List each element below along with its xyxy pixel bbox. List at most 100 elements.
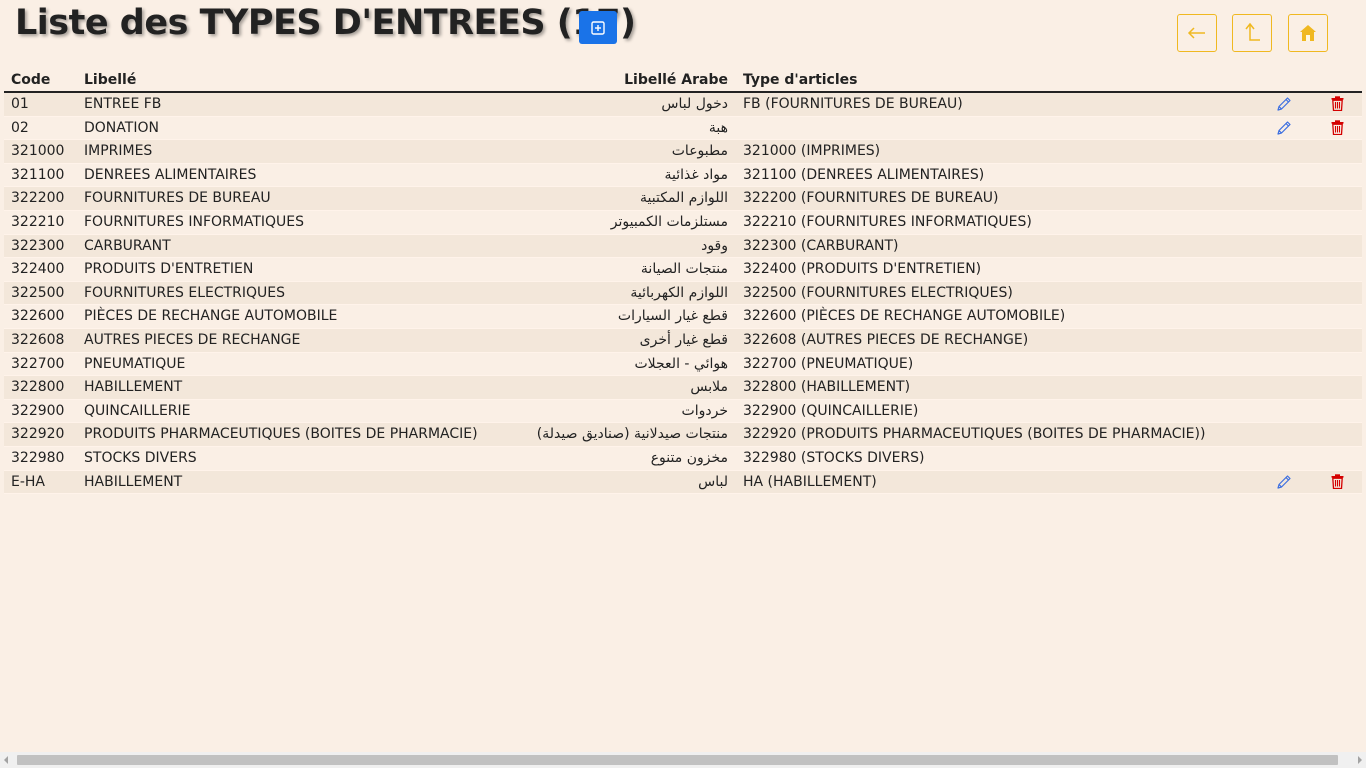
row-code: E-HA (11, 473, 46, 490)
row-libelle-arabe: مواد غذائية (664, 166, 729, 183)
header-code[interactable]: Code (11, 70, 50, 90)
row-type-articles: HA (HABILLEMENT) (743, 473, 877, 490)
row-type-articles: 322600 (PIÈCES DE RECHANGE AUTOMOBILE) (743, 308, 1066, 325)
delete-icon[interactable] (1331, 473, 1345, 490)
row-libelle: ENTREE FB (84, 96, 162, 112)
table-row[interactable]: 322980 STOCKS DIVERS مخزون متنوع 322980 (ST… (4, 447, 1362, 471)
row-type-articles: 322500 (FOURNITURES ELECTRIQUES) (743, 284, 1013, 301)
table-row[interactable]: 322210 FOURNITURES INFORMATIQUES مستلزمات … (4, 211, 1362, 235)
table-row[interactable]: E-HA HABILLEMENT لباس HA (HABILLEMENT) (4, 470, 1362, 495)
edit-icon[interactable] (1276, 120, 1294, 136)
row-libelle-arabe: مخزون متنوع (650, 449, 728, 466)
row-type-articles: 322800 (HABILLEMENT) (743, 379, 911, 396)
row-code: 02 (11, 119, 29, 136)
row-type-articles: 322200 (FOURNITURES DE BUREAU) (743, 190, 999, 207)
row-libelle: PRODUITS PHARMACEUTIQUES (BOITES DE PHAR… (84, 426, 478, 443)
table-row[interactable]: 322800 HABILLEMENT ملابس 322800 (HABILLEMEN… (4, 376, 1362, 400)
table-row[interactable]: 321000 IMPRIMES مطبوعات 321000 (IMPRIMES) (4, 140, 1362, 164)
table-row[interactable]: 322200 FOURNITURES DE BUREAU اللوازم المكت… (4, 187, 1362, 211)
table-header: Code Libellé Libellé Arabe Type d'articl… (4, 70, 1362, 93)
delete-icon[interactable] (1331, 119, 1345, 136)
row-libelle: HABILLEMENT (84, 379, 183, 396)
row-code: 322210 (11, 213, 65, 230)
table-row[interactable]: 322400 PRODUITS D'ENTRETIEN منتجات الصيانة… (4, 258, 1362, 282)
scroll-left-icon[interactable] (4, 756, 8, 764)
row-type-articles: 322400 (PRODUITS D'ENTRETIEN) (743, 261, 982, 278)
row-libelle: HABILLEMENT (84, 473, 183, 490)
row-libelle: DENREES ALIMENTAIRES (84, 166, 257, 183)
row-libelle: AUTRES PIECES DE RECHANGE (84, 331, 301, 348)
row-type-articles: 321000 (IMPRIMES) (743, 143, 881, 160)
row-libelle: PRODUITS D'ENTRETIEN (84, 261, 254, 278)
table-row[interactable]: 322300 CARBURANT وقود 322300 (CARBURANT) (4, 234, 1362, 259)
arrow-left-icon (1187, 27, 1205, 39)
row-code: 322200 (11, 190, 65, 207)
row-type-articles: 322300 (CARBURANT) (743, 237, 899, 254)
header-libelle[interactable]: Libellé (84, 70, 136, 90)
row-code: 322980 (11, 449, 65, 466)
table-row[interactable]: 322900 QUINCAILLERIE خردوات 322900 (QUINCAI… (4, 400, 1362, 424)
scrollbar-thumb[interactable] (17, 755, 1338, 765)
row-libelle: DONATION (84, 119, 159, 136)
plus-square-icon (591, 20, 605, 35)
row-libelle-arabe: هبة (708, 119, 728, 136)
row-libelle: FOURNITURES DE BUREAU (84, 190, 271, 207)
row-libelle-arabe: اللوازم الكهربائية (630, 284, 728, 301)
row-code: 322700 (11, 355, 65, 372)
row-code: 322900 (11, 402, 65, 419)
table-row[interactable]: 321100 DENREES ALIMENTAIRES مواد غذائية 321… (4, 164, 1362, 188)
row-code: 322920 (11, 426, 65, 443)
types-table: Code Libellé Libellé Arabe Type d'articl… (4, 70, 1362, 495)
row-libelle: FOURNITURES INFORMATIQUES (84, 213, 305, 230)
up-button[interactable] (1232, 14, 1272, 52)
row-libelle-arabe: ملابس (690, 379, 728, 396)
row-libelle: QUINCAILLERIE (84, 402, 191, 419)
row-type-articles: 322210 (FOURNITURES INFORMATIQUES) (743, 213, 1032, 230)
row-libelle-arabe: منتجات صيدلانية (صناديق صيدلة) (536, 426, 728, 443)
table-row[interactable]: 322500 FOURNITURES ELECTRIQUES اللوازم الك… (4, 281, 1362, 306)
row-libelle-arabe: وقود (701, 237, 728, 254)
row-type-articles: 322700 (PNEUMATIQUE) (743, 355, 914, 372)
scroll-right-icon[interactable] (1358, 756, 1362, 764)
table-row[interactable]: 322700 PNEUMATIQUE هوائي - العجلات 322700 (… (4, 353, 1362, 377)
edit-icon[interactable] (1276, 474, 1294, 490)
back-button[interactable] (1177, 14, 1217, 52)
row-libelle-arabe: لباس (698, 473, 728, 490)
table-row[interactable]: 322600 PIÈCES DE RECHANGE AUTOMOBILE قطع غ… (4, 305, 1362, 329)
row-code: 322600 (11, 308, 65, 325)
row-code: 322500 (11, 284, 65, 301)
home-icon (1300, 25, 1316, 41)
table-row[interactable]: 322608 AUTRES PIECES DE RECHANGE قطع غيار … (4, 328, 1362, 353)
table-body: 01 ENTREE FB دخول لباس FB (FOURNITURES DE B… (4, 93, 1362, 495)
arrow-up-icon (1245, 22, 1260, 41)
row-libelle: CARBURANT (84, 237, 171, 254)
page-title: Liste des TYPES D'ENTREES (17) (15, 3, 636, 43)
horizontal-scrollbar[interactable] (0, 752, 1366, 768)
header-type-articles[interactable]: Type d'articles (743, 70, 857, 90)
row-code: 321100 (11, 166, 65, 183)
row-libelle-arabe: هوائي - العجلات (634, 355, 728, 372)
row-libelle: FOURNITURES ELECTRIQUES (84, 284, 286, 301)
row-code: 321000 (11, 143, 65, 160)
row-code: 322608 (11, 331, 65, 348)
row-libelle-arabe: قطع غيار أخرى (639, 331, 728, 348)
row-libelle: PNEUMATIQUE (84, 355, 186, 372)
row-libelle-arabe: قطع غيار السيارات (617, 308, 728, 325)
table-row[interactable]: 02 DONATION هبة (4, 117, 1362, 141)
row-libelle-arabe: اللوازم المكتبية (640, 190, 728, 207)
delete-icon[interactable] (1331, 96, 1345, 112)
row-code: 322800 (11, 379, 65, 396)
row-libelle: IMPRIMES (84, 143, 153, 160)
row-libelle-arabe: دخول لباس (661, 96, 728, 112)
row-type-articles: 322900 (QUINCAILLERIE) (743, 402, 919, 419)
row-type-articles: 322608 (AUTRES PIECES DE RECHANGE) (743, 331, 1029, 348)
row-code: 322300 (11, 237, 65, 254)
row-type-articles: 321100 (DENREES ALIMENTAIRES) (743, 166, 985, 183)
table-row[interactable]: 322920 PRODUITS PHARMACEUTIQUES (BOITES D… (4, 423, 1362, 447)
home-button[interactable] (1288, 14, 1328, 52)
table-row[interactable]: 01 ENTREE FB دخول لباس FB (FOURNITURES DE B… (4, 93, 1362, 117)
row-code: 01 (11, 96, 29, 112)
header-libelle-arabe[interactable]: Libellé Arabe (624, 70, 728, 90)
edit-icon[interactable] (1276, 96, 1294, 112)
add-button[interactable] (579, 11, 617, 44)
